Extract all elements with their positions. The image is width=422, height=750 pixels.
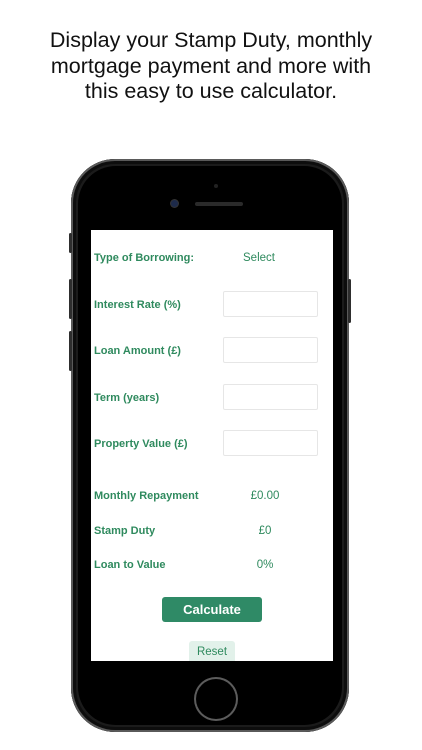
term-input[interactable] bbox=[223, 384, 318, 410]
volume-down-button bbox=[69, 331, 72, 371]
loan-to-value-row: Loan to Value 0% bbox=[91, 551, 333, 579]
borrowing-type-label: Type of Borrowing: bbox=[94, 252, 195, 264]
loan-to-value-value: 0% bbox=[256, 559, 274, 571]
promo-line-3: this easy to use calculator. bbox=[84, 79, 338, 103]
proximity-sensor bbox=[214, 184, 218, 188]
front-camera-icon bbox=[171, 200, 178, 207]
loan-amount-input[interactable] bbox=[223, 337, 318, 363]
property-value-row: Property Value (£) bbox=[91, 430, 333, 458]
power-button bbox=[348, 279, 351, 323]
monthly-repayment-label: Monthly Repayment bbox=[94, 490, 199, 502]
monthly-repayment-value: £0.00 bbox=[250, 490, 280, 502]
promo-text: Display your Stamp Duty, monthly mortgag… bbox=[0, 28, 422, 105]
stamp-duty-value: £0 bbox=[258, 525, 272, 537]
reset-button[interactable]: Reset bbox=[189, 641, 235, 661]
borrowing-type-row: Type of Borrowing: Select bbox=[91, 244, 333, 272]
term-row: Term (years) bbox=[91, 384, 333, 412]
interest-rate-input[interactable] bbox=[223, 291, 318, 317]
home-button[interactable] bbox=[196, 679, 236, 719]
property-value-label: Property Value (£) bbox=[94, 438, 188, 450]
loan-amount-row: Loan Amount (£) bbox=[91, 337, 333, 365]
stamp-duty-row: Stamp Duty £0 bbox=[91, 517, 333, 545]
stamp-duty-label: Stamp Duty bbox=[94, 525, 156, 537]
calculator-screen: Type of Borrowing: Select Interest Rate … bbox=[91, 230, 333, 661]
loan-amount-label: Loan Amount (£) bbox=[94, 345, 181, 357]
mute-switch bbox=[69, 233, 72, 253]
promo-line-1: Display your Stamp Duty, monthly bbox=[49, 28, 373, 52]
borrowing-type-select[interactable]: Select bbox=[243, 244, 275, 272]
earpiece-speaker bbox=[195, 202, 243, 206]
monthly-repayment-row: Monthly Repayment £0.00 bbox=[91, 482, 333, 510]
volume-up-button bbox=[69, 279, 72, 319]
property-value-input[interactable] bbox=[223, 430, 318, 456]
interest-rate-row: Interest Rate (%) bbox=[91, 291, 333, 319]
calculate-button[interactable]: Calculate bbox=[162, 597, 262, 622]
term-label: Term (years) bbox=[94, 392, 160, 404]
loan-to-value-label: Loan to Value bbox=[94, 559, 166, 571]
interest-rate-label: Interest Rate (%) bbox=[94, 299, 181, 311]
promo-line-2: mortgage payment and more with bbox=[50, 53, 372, 78]
